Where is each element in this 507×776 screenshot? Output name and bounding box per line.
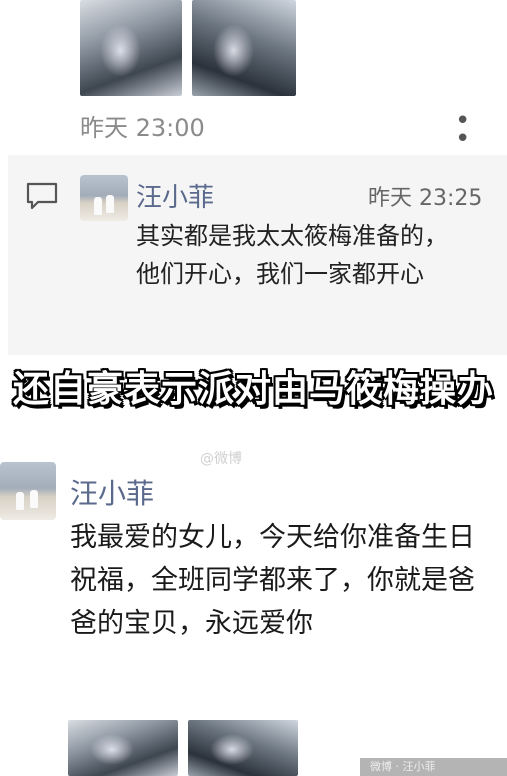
post-image-4[interactable] [188, 720, 298, 776]
comment-text: 其实都是我太太筱梅准备的，他们开心，我们一家都开心 [136, 222, 448, 288]
post-image-1[interactable] [80, 0, 182, 96]
more-dots-icon[interactable]: • • [455, 108, 495, 152]
post-timestamp: 昨天 23:00 [80, 114, 205, 142]
comment-time: 昨天 23:25 [368, 186, 483, 211]
comment-panel: 汪小菲 昨天 23:25 其实都是我太太筱梅准备的，他们开心，我们一家都开心 [8, 155, 507, 355]
comment-icon [26, 182, 58, 210]
post-text: 我最爱的女儿，今天给你准备生日祝福，全班同学都来了，你就是爸爸的宝贝，永远爱你 [70, 522, 475, 639]
avatar[interactable] [0, 462, 56, 520]
weibo-watermark: @微博 [200, 451, 242, 467]
post-image-2[interactable] [192, 0, 296, 96]
video-caption: 还自豪表示派对由马筱梅操办 [12, 369, 494, 410]
post-author-name[interactable]: 汪小菲 [70, 472, 154, 512]
post-image-3[interactable] [68, 720, 178, 776]
comment-author-name[interactable]: 汪小菲 [136, 177, 214, 214]
avatar[interactable] [80, 175, 128, 221]
source-tag: 微博 · 汪小菲 [360, 758, 507, 776]
